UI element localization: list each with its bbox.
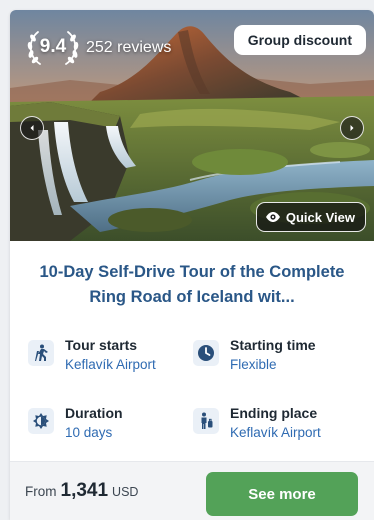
- see-more-button[interactable]: See more: [206, 472, 358, 516]
- fact-value: 10 days: [65, 425, 113, 440]
- group-discount-badge: Group discount: [233, 25, 366, 55]
- fact-ending-place: Ending place Keflavík Airport: [193, 404, 321, 443]
- fact-tour-starts: Tour starts Keflavík Airport: [28, 336, 156, 375]
- eye-icon: [265, 212, 280, 222]
- price-from-label: From: [25, 484, 57, 499]
- rating-badge: 9.4 252 reviews: [22, 26, 171, 70]
- fact-label: Starting time: [230, 337, 316, 353]
- quick-view-label: Quick View: [285, 209, 355, 225]
- previous-image-button[interactable]: [20, 116, 44, 140]
- fact-value: Keflavík Airport: [65, 357, 156, 372]
- clock-icon: [193, 340, 219, 366]
- rating-score: 9.4: [39, 36, 67, 57]
- quick-view-button[interactable]: Quick View: [255, 202, 366, 232]
- fact-value: Keflavík Airport: [230, 425, 321, 440]
- chevron-right-icon: [350, 125, 354, 131]
- tour-card[interactable]: 9.4 252 reviews Group discount Quick Vie…: [10, 10, 374, 520]
- fact-duration: Duration 10 days: [28, 404, 123, 443]
- next-image-button[interactable]: [340, 116, 364, 140]
- fact-label: Duration: [65, 405, 123, 421]
- review-count[interactable]: 252 reviews: [86, 39, 171, 57]
- fact-value: Flexible: [230, 357, 277, 372]
- laurel-icon: 9.4: [22, 26, 84, 70]
- tour-title[interactable]: 10-Day Self-Drive Tour of the Complete R…: [30, 260, 354, 310]
- chevron-left-icon: [30, 125, 34, 131]
- price-currency: USD: [112, 485, 139, 499]
- price: From 1,341 USD: [25, 480, 138, 502]
- person-luggage-icon: [193, 408, 219, 434]
- price-amount: 1,341: [60, 480, 109, 501]
- fact-label: Tour starts: [65, 337, 138, 353]
- fact-label: Ending place: [230, 405, 318, 421]
- tour-photo[interactable]: 9.4 252 reviews Group discount Quick Vie…: [10, 10, 374, 241]
- fact-starting-time: Starting time Flexible: [193, 336, 316, 375]
- day-night-icon: [28, 408, 54, 434]
- card-footer: From 1,341 USD See more: [10, 461, 374, 520]
- hiker-icon: [28, 340, 54, 366]
